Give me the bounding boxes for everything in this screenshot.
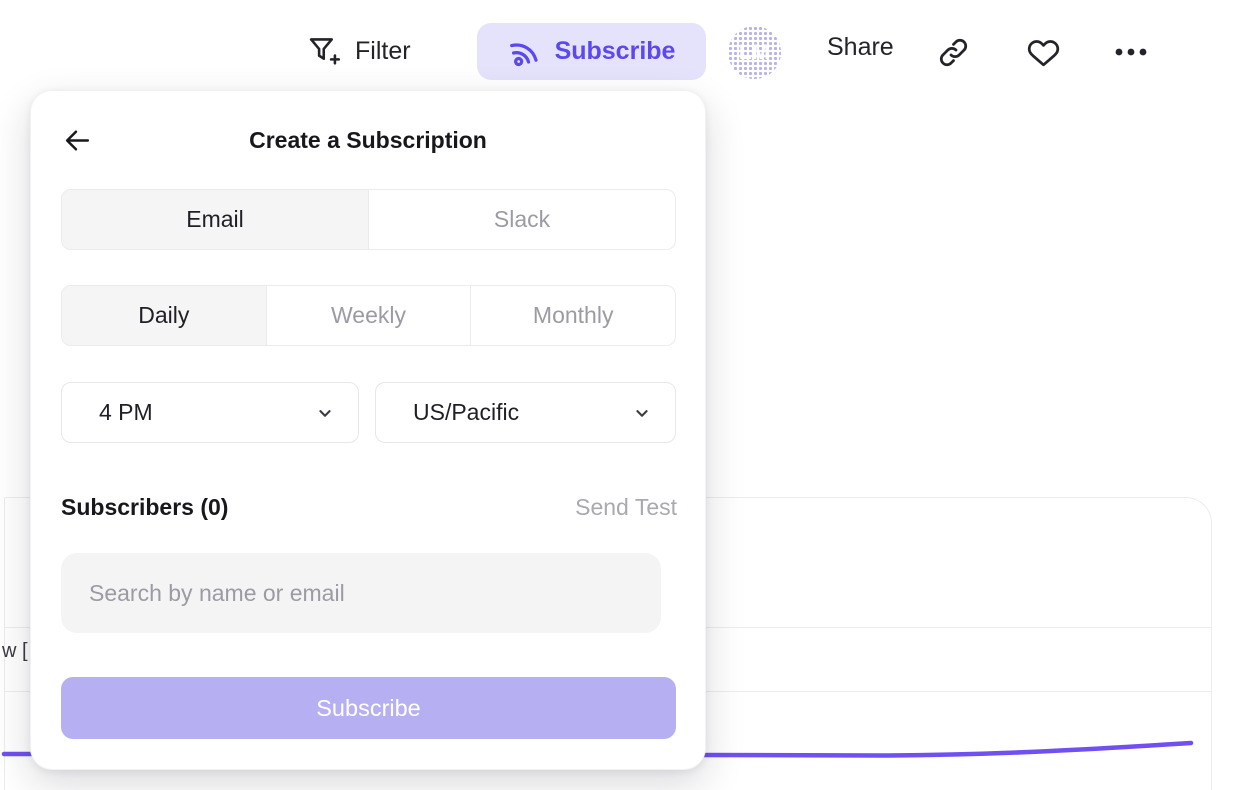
tab-weekly[interactable]: Weekly	[267, 286, 472, 345]
subscribe-button[interactable]: Subscribe	[477, 23, 706, 80]
chevron-down-icon	[631, 402, 653, 424]
clipped-row-label: w [	[2, 640, 28, 663]
copy-link-button[interactable]	[937, 36, 970, 69]
tab-email[interactable]: Email	[62, 190, 369, 249]
time-select-value: 4 PM	[99, 399, 153, 426]
frequency-segmented-control: Daily Weekly Monthly	[61, 285, 676, 346]
filter-icon	[306, 33, 342, 69]
send-test-button[interactable]: Send Test	[575, 494, 677, 521]
channel-segmented-control: Email Slack	[61, 189, 676, 250]
subscribers-count-label: Subscribers (0)	[61, 494, 228, 521]
timezone-select-value: US/Pacific	[413, 399, 519, 426]
chevron-down-icon	[314, 402, 336, 424]
subscriber-search-input[interactable]	[61, 553, 661, 633]
timezone-select[interactable]: US/Pacific	[375, 382, 676, 443]
tab-daily[interactable]: Daily	[62, 286, 267, 345]
link-icon	[937, 36, 970, 69]
filter-label: Filter	[355, 37, 411, 66]
avatar-initials: LM	[739, 41, 770, 65]
popover-title: Create a Subscription	[31, 127, 705, 154]
subscribe-label: Subscribe	[555, 37, 676, 66]
time-select[interactable]: 4 PM	[61, 382, 359, 443]
more-menu-button[interactable]	[1113, 46, 1149, 58]
tab-slack[interactable]: Slack	[369, 190, 675, 249]
share-button[interactable]: Share	[827, 33, 894, 62]
heart-icon	[1026, 36, 1061, 69]
subscribe-submit-button[interactable]: Subscribe	[61, 677, 676, 739]
create-subscription-popover: Create a Subscription Email Slack Daily …	[30, 90, 706, 770]
share-label: Share	[827, 33, 894, 62]
page: w [ Filter Subscribe LM Shar	[0, 0, 1234, 790]
ellipsis-icon	[1113, 46, 1149, 58]
filter-button[interactable]: Filter	[306, 33, 411, 69]
favorite-button[interactable]	[1026, 36, 1061, 69]
rss-icon	[508, 35, 542, 69]
avatar[interactable]: LM	[728, 26, 781, 79]
tab-monthly[interactable]: Monthly	[471, 286, 675, 345]
